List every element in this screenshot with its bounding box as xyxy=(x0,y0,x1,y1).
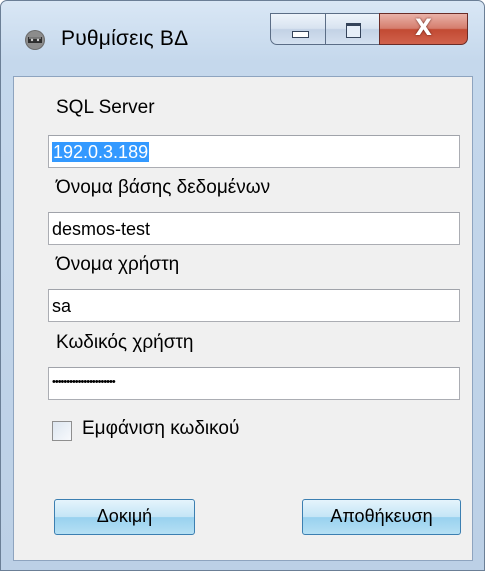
username-value: sa xyxy=(52,296,72,316)
test-button[interactable]: Δοκιμή xyxy=(54,499,195,535)
minimize-button[interactable] xyxy=(270,13,326,45)
checkbox-icon[interactable] xyxy=(52,421,72,441)
database-label: Όνομα βάσης δεδομένων xyxy=(56,177,271,198)
minimize-icon xyxy=(292,31,309,38)
save-button[interactable]: Αποθήκευση xyxy=(302,499,461,535)
password-field[interactable]: •••••••••••••••••••••• xyxy=(48,367,460,400)
maximize-icon xyxy=(346,23,361,38)
maximize-button[interactable] xyxy=(325,13,380,45)
settings-window: Ρυθμίσεις ΒΔ X SQL Server 192.0.3.189 Όν… xyxy=(0,0,485,571)
username-field[interactable]: sa xyxy=(48,289,460,322)
database-field[interactable]: desmos-test xyxy=(48,212,460,245)
caption-buttons: X xyxy=(270,13,468,49)
server-value: 192.0.3.189 xyxy=(52,142,150,162)
server-label: SQL Server xyxy=(56,97,155,118)
password-label: Κωδικός χρήστη xyxy=(56,332,194,353)
username-label: Όνομα χρήστη xyxy=(56,254,180,275)
close-button[interactable]: X xyxy=(379,13,468,45)
form-panel: SQL Server 192.0.3.189 Όνομα βάσης δεδομ… xyxy=(13,76,473,561)
window-title: Ρυθμίσεις ΒΔ xyxy=(61,27,189,50)
password-value: •••••••••••••••••••••• xyxy=(52,376,116,388)
close-icon: X xyxy=(415,16,432,41)
title-bar[interactable]: Ρυθμίσεις ΒΔ X xyxy=(1,1,484,77)
database-value: desmos-test xyxy=(52,219,151,239)
database-settings-icon xyxy=(23,28,47,52)
show-password-label[interactable]: Εμφάνιση κωδικού xyxy=(82,418,239,440)
server-field[interactable]: 192.0.3.189 xyxy=(48,135,460,168)
